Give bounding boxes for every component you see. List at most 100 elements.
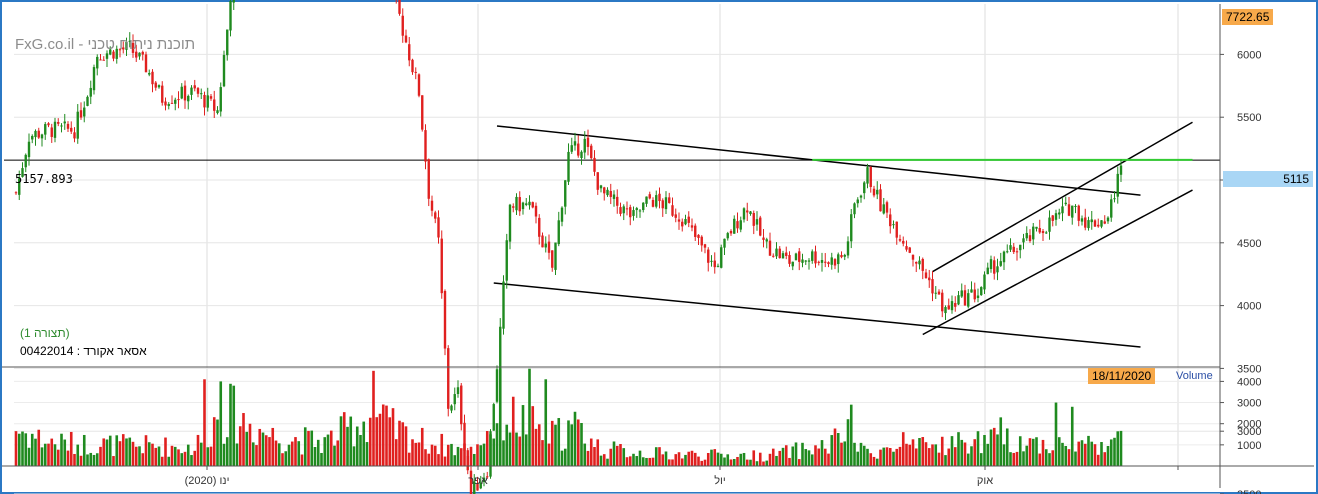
volume-bar (323, 437, 327, 466)
candle-body (1064, 202, 1067, 205)
volume-bar (199, 442, 203, 466)
volume-bar (651, 457, 655, 466)
candle-body (645, 196, 648, 204)
candle-body (196, 88, 200, 94)
candle-body (785, 252, 788, 256)
candle-body (671, 205, 674, 216)
candle-body (622, 206, 625, 214)
volume-bar (898, 446, 902, 466)
volume-bar (778, 450, 782, 466)
volume-bar (820, 440, 824, 466)
volume-bar (69, 431, 73, 466)
volume-bar (160, 456, 164, 466)
volume-bar (27, 447, 31, 466)
volume-bar (63, 439, 67, 466)
volume-bar (76, 444, 80, 466)
volume-bar (235, 443, 239, 466)
volume-bar (996, 434, 999, 466)
candle-body (34, 130, 37, 138)
candle-body (200, 93, 203, 95)
volume-bar (1106, 446, 1110, 466)
volume-bar (810, 454, 814, 466)
candle-body (892, 224, 895, 226)
volume-bar (47, 443, 50, 466)
candle-body (837, 254, 840, 265)
volume-bar (1028, 438, 1032, 466)
volume-bar (801, 442, 804, 466)
candle-body (703, 244, 707, 248)
volume-bar (115, 435, 119, 466)
volume-bar (664, 451, 668, 466)
volume-bar (1038, 453, 1042, 466)
candle-body (931, 279, 934, 294)
max-price-tag: 7722.65 (1222, 9, 1274, 25)
candle-body (554, 242, 557, 270)
volume-bar (128, 437, 132, 466)
volume-bar (1018, 436, 1022, 466)
volume-bar (173, 446, 177, 466)
candle-body (941, 292, 944, 312)
candle-body (216, 110, 219, 114)
volume-bar (342, 412, 346, 466)
candle-body (830, 257, 833, 265)
volume-bar (186, 444, 190, 466)
candle-body (525, 203, 528, 205)
volume-bar (931, 444, 934, 466)
volume-bar (576, 419, 580, 466)
volume-bar (908, 444, 912, 466)
candle-body (967, 293, 970, 307)
candle-body (593, 157, 596, 172)
candle-body (430, 200, 434, 211)
candle-body (817, 261, 820, 263)
volume-bar (589, 438, 593, 466)
volume-bar (1109, 439, 1113, 466)
candle-body (76, 111, 79, 139)
volume-bar (463, 443, 466, 466)
candle-body (414, 71, 417, 73)
candle-body (876, 189, 879, 195)
volume-bar (505, 424, 509, 466)
price-volume-chart[interactable]: 2500300035004000450050005500600065007000… (0, 0, 1318, 494)
volume-bars (14, 368, 1123, 466)
candle-body (759, 217, 762, 236)
volume-bar (979, 453, 983, 466)
volume-bar (131, 441, 135, 466)
candle-body (534, 205, 538, 217)
axes: 2500300035004000450050005500600065007000… (2, 4, 1314, 494)
volume-bar (716, 452, 720, 466)
volume-bar (320, 452, 323, 466)
candle-body (1045, 232, 1048, 234)
candle-body (1087, 220, 1090, 229)
volume-bar (719, 453, 723, 466)
volume-bar (580, 423, 583, 466)
volume-bar (736, 456, 739, 466)
candle-body (138, 52, 141, 57)
volume-bar (362, 421, 366, 466)
candle-body (859, 195, 863, 198)
x-tick-label: יול (714, 474, 726, 487)
candle-body (664, 197, 668, 210)
candle-body (889, 214, 892, 227)
volume-bar (986, 443, 990, 466)
volume-bar (183, 451, 187, 466)
volume-bar (768, 453, 772, 466)
candle-body (791, 261, 794, 267)
candle-body (934, 292, 937, 294)
volume-bar (583, 443, 587, 466)
volume-bar (677, 452, 681, 466)
volume-bar (671, 459, 674, 466)
volume-bar (827, 453, 830, 466)
price-tick-label: 4000 (1237, 301, 1261, 313)
volume-bar (765, 460, 769, 466)
candle-body (944, 307, 947, 314)
volume-bar (775, 455, 778, 466)
volume-bar (203, 379, 206, 466)
candles (14, 0, 1123, 494)
volume-bar (1044, 449, 1048, 466)
candle-body (219, 87, 222, 112)
candle-body (209, 96, 213, 99)
candle-body (434, 212, 437, 219)
volume-bar (771, 448, 775, 466)
volume-bar (1087, 435, 1090, 466)
volume-bar (940, 436, 944, 466)
